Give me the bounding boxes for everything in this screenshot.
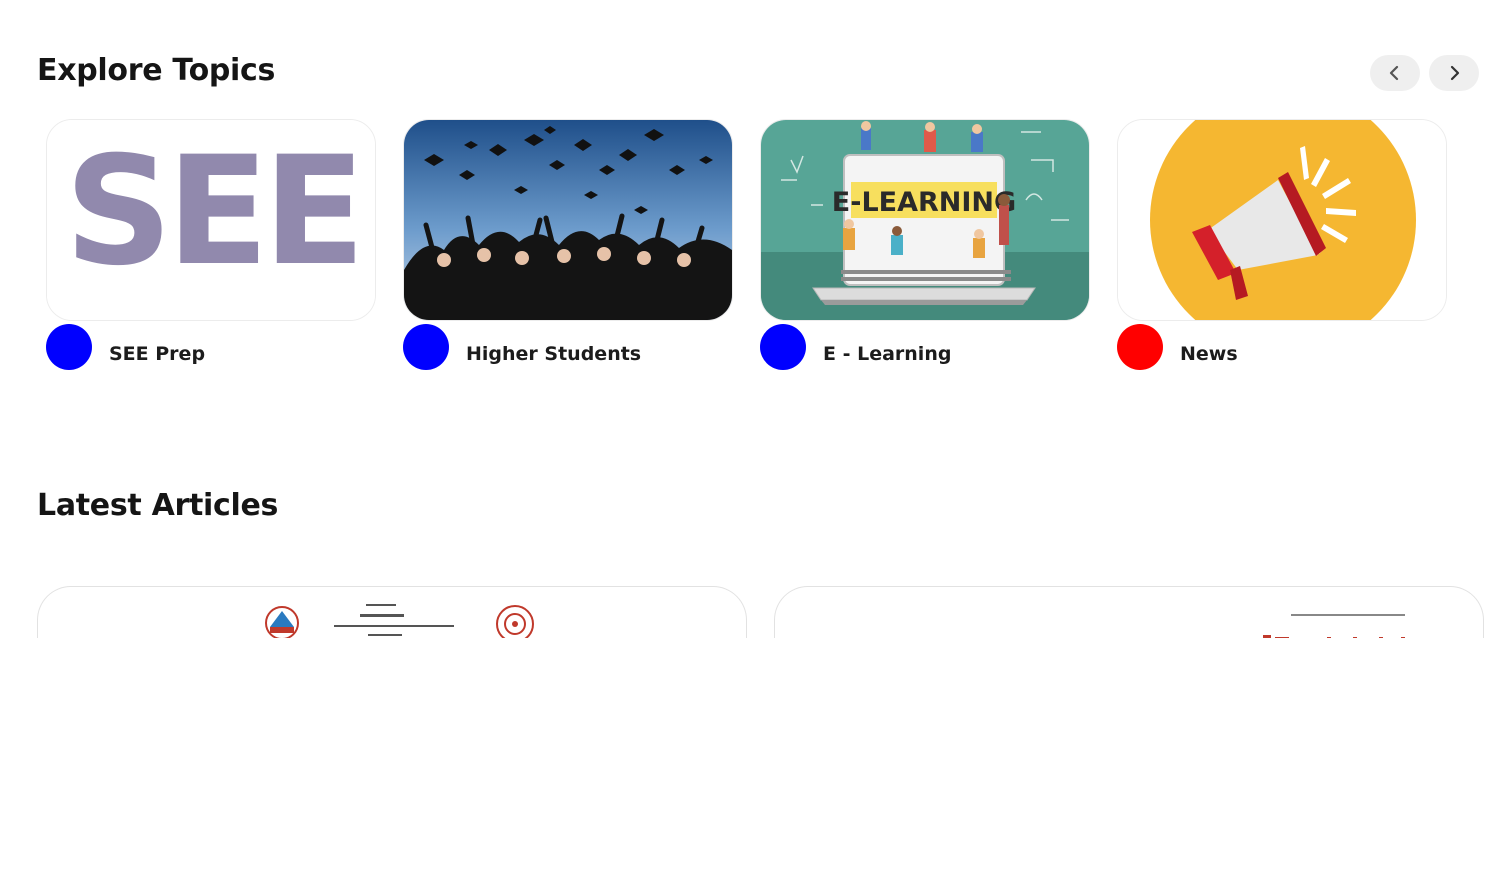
topic-label[interactable]: Higher Students xyxy=(466,343,641,365)
emblem-icon xyxy=(265,606,299,640)
topic-card-higher-students[interactable]: Higher Students xyxy=(403,119,733,374)
topic-dot xyxy=(760,324,806,370)
megaphone-illustration[interactable] xyxy=(1117,119,1447,321)
see-logo-text: SEE xyxy=(65,125,360,299)
topic-card-news[interactable]: News xyxy=(1117,119,1447,374)
carousel-prev-button[interactable] xyxy=(1370,55,1420,91)
topic-dot xyxy=(1117,324,1163,370)
chevron-right-icon xyxy=(1450,65,1460,81)
seal-icon xyxy=(496,605,534,643)
explore-topics-heading: Explore Topics xyxy=(37,53,276,88)
topic-label[interactable]: News xyxy=(1180,343,1238,365)
topic-dot xyxy=(403,324,449,370)
topic-card-see-prep[interactable]: SEE SEE Prep xyxy=(46,119,376,374)
topic-dot xyxy=(46,324,92,370)
topic-label[interactable]: E - Learning xyxy=(823,343,951,365)
page-background xyxy=(0,638,1500,878)
see-logo-image[interactable]: SEE xyxy=(46,119,376,321)
e-learning-banner-text: E-LEARNING xyxy=(832,187,1016,218)
carousel-next-button[interactable] xyxy=(1429,55,1479,91)
topic-card-e-learning[interactable]: E-LEARNING E - Learning xyxy=(760,119,1090,374)
e-learning-illustration[interactable]: E-LEARNING xyxy=(760,119,1090,321)
graduation-caps-photo[interactable] xyxy=(403,119,733,321)
latest-articles-heading: Latest Articles xyxy=(37,488,279,523)
chevron-left-icon xyxy=(1389,65,1399,81)
topic-label[interactable]: SEE Prep xyxy=(109,343,205,365)
